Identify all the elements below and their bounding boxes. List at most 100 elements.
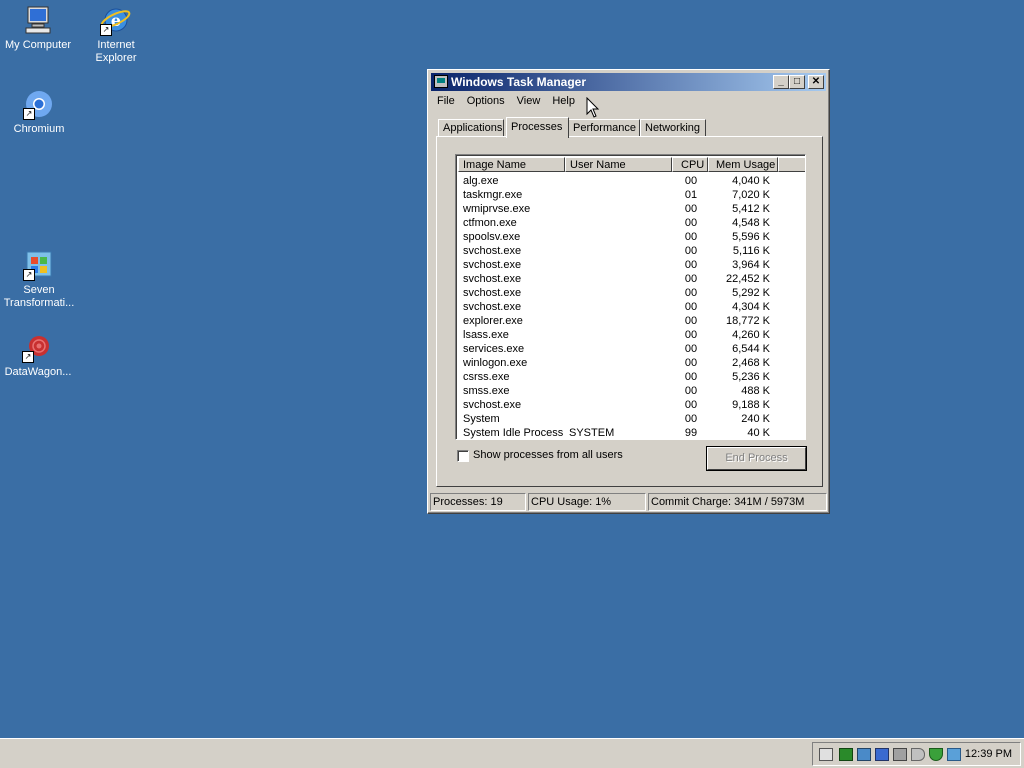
system-tray: 12:39 PM — [812, 742, 1021, 766]
keyboard-icon[interactable] — [819, 748, 833, 761]
table-row[interactable]: System 00 240 K — [458, 412, 804, 426]
desktop-icon-label: My Computer — [4, 39, 72, 51]
process-list[interactable]: Image Name User Name CPU Mem Usage alg.e… — [455, 154, 806, 440]
process-mem-usage: 3,964 K — [732, 259, 770, 271]
task-manager-icon — [434, 75, 448, 88]
show-all-users-label[interactable]: Show processes from all users — [473, 449, 623, 461]
printer-icon[interactable] — [893, 748, 907, 761]
desktop-icon-my-computer[interactable]: My Computer — [0, 4, 78, 52]
table-row[interactable]: svchost.exe 00 5,292 K — [458, 286, 804, 300]
table-row[interactable]: System Idle Process SYSTEM 99 40 K — [458, 426, 804, 439]
column-header-user-name[interactable]: User Name — [565, 157, 672, 172]
shortcut-arrow-icon: ↗ — [22, 351, 34, 363]
process-image-name: spoolsv.exe — [463, 231, 521, 243]
desktop-icon-seven-transformation[interactable]: ↗ Seven Transformati... — [0, 249, 79, 310]
network-icon[interactable] — [857, 748, 871, 761]
taskbar: 12:39 PM — [0, 738, 1024, 768]
close-button[interactable]: ✕ — [808, 75, 824, 89]
table-row[interactable]: svchost.exe 00 22,452 K — [458, 272, 804, 286]
computer-icon — [22, 4, 54, 36]
process-image-name: ctfmon.exe — [463, 217, 517, 229]
process-mem-usage: 488 K — [741, 385, 770, 397]
internet-explorer-icon: e ↗ — [100, 4, 132, 36]
desktop-icon-chromium[interactable]: ↗ Chromium — [0, 88, 79, 136]
chart-app-icon[interactable] — [947, 748, 961, 761]
process-image-name: wmiprvse.exe — [463, 203, 531, 215]
column-header-cpu[interactable]: CPU — [672, 157, 708, 172]
table-row[interactable]: svchost.exe 00 4,304 K — [458, 300, 804, 314]
process-cpu: 00 — [684, 245, 698, 257]
table-row[interactable]: smss.exe 00 488 K — [458, 384, 804, 398]
process-rows: alg.exe 00 4,040 Ktaskmgr.exe 01 7,020 Kwmip… — [458, 174, 804, 439]
table-row[interactable]: svchost.exe 00 3,964 K — [458, 258, 804, 272]
process-image-name: svchost.exe — [463, 301, 522, 313]
process-cpu: 00 — [684, 371, 698, 383]
process-image-name: lsass.exe — [463, 329, 509, 341]
tab-networking[interactable]: Networking — [640, 119, 706, 136]
desktop-icon-label: DataWagon... — [4, 366, 72, 378]
mouse-cursor-icon — [586, 97, 600, 118]
desktop-icon-internet-explorer[interactable]: e ↗ Internet Explorer — [76, 4, 156, 65]
table-row[interactable]: csrss.exe 00 5,236 K — [458, 370, 804, 384]
column-header-mem-usage[interactable]: Mem Usage — [708, 157, 778, 172]
monitor-icon[interactable] — [875, 748, 889, 761]
process-image-name: alg.exe — [463, 175, 499, 187]
title-bar[interactable]: Windows Task Manager _ □ ✕ — [431, 73, 826, 91]
menu-options[interactable]: Options — [461, 92, 511, 110]
table-row[interactable]: svchost.exe 00 9,188 K — [458, 398, 804, 412]
table-row[interactable]: ctfmon.exe 00 4,548 K — [458, 216, 804, 230]
menu-help[interactable]: Help — [546, 92, 581, 110]
process-image-name: explorer.exe — [463, 315, 523, 327]
process-image-name: System Idle Process — [463, 427, 564, 439]
table-row[interactable]: taskmgr.exe 01 7,020 K — [458, 188, 804, 202]
table-row[interactable]: spoolsv.exe 00 5,596 K — [458, 230, 804, 244]
process-image-name: csrss.exe — [463, 371, 510, 383]
process-image-name: smss.exe — [463, 385, 510, 397]
tab-applications[interactable]: Applications — [438, 119, 504, 136]
process-cpu: 00 — [684, 259, 698, 271]
process-cpu: 00 — [684, 203, 698, 215]
process-cpu: 00 — [684, 413, 698, 425]
volume-icon[interactable] — [911, 748, 925, 761]
green-app-icon[interactable] — [839, 748, 853, 761]
table-row[interactable]: lsass.exe 00 4,260 K — [458, 328, 804, 342]
list-header: Image Name User Name CPU Mem Usage — [458, 157, 805, 172]
process-image-name: winlogon.exe — [463, 357, 528, 369]
table-row[interactable]: services.exe 00 6,544 K — [458, 342, 804, 356]
desktop-icon-label: Internet Explorer — [95, 39, 137, 64]
process-mem-usage: 22,452 K — [725, 273, 770, 285]
process-mem-usage: 6,544 K — [732, 343, 770, 355]
status-bar: Processes: 19 CPU Usage: 1% Commit Charg… — [430, 493, 827, 511]
security-shield-icon[interactable] — [929, 748, 943, 761]
minimize-button[interactable]: _ — [773, 75, 789, 89]
table-row[interactable]: svchost.exe 00 5,116 K — [458, 244, 804, 258]
process-image-name: services.exe — [463, 343, 525, 355]
desktop-icon-datawagon[interactable]: ↗ DataWagon... — [0, 331, 78, 379]
menu-file[interactable]: File — [431, 92, 461, 110]
windows-flag-icon: ↗ — [23, 249, 55, 281]
column-header-empty — [778, 157, 805, 172]
process-cpu: 00 — [684, 329, 698, 341]
process-mem-usage: 4,304 K — [732, 301, 770, 313]
end-process-button[interactable]: End Process — [707, 447, 806, 470]
column-header-image-name[interactable]: Image Name — [458, 157, 565, 172]
chromium-icon: ↗ — [23, 88, 55, 120]
status-commit-charge: Commit Charge: 341M / 5973M — [648, 493, 827, 511]
clock[interactable]: 12:39 PM — [965, 743, 1012, 765]
process-image-name: svchost.exe — [463, 399, 522, 411]
table-row[interactable]: wmiprvse.exe 00 5,412 K — [458, 202, 804, 216]
desktop-icon-label: Seven Transformati... — [3, 284, 75, 309]
process-mem-usage: 5,412 K — [732, 203, 770, 215]
maximize-button[interactable]: □ — [789, 75, 805, 89]
tab-processes[interactable]: Processes — [506, 117, 569, 138]
process-mem-usage: 9,188 K — [732, 399, 770, 411]
table-row[interactable]: winlogon.exe 00 2,468 K — [458, 356, 804, 370]
process-mem-usage: 2,468 K — [732, 357, 770, 369]
process-mem-usage: 5,596 K — [732, 231, 770, 243]
table-row[interactable]: alg.exe 00 4,040 K — [458, 174, 804, 188]
tab-performance[interactable]: Performance — [568, 119, 640, 136]
menu-view[interactable]: View — [511, 92, 547, 110]
table-row[interactable]: explorer.exe 00 18,772 K — [458, 314, 804, 328]
show-all-users-checkbox[interactable] — [457, 450, 469, 462]
process-mem-usage: 5,236 K — [732, 371, 770, 383]
